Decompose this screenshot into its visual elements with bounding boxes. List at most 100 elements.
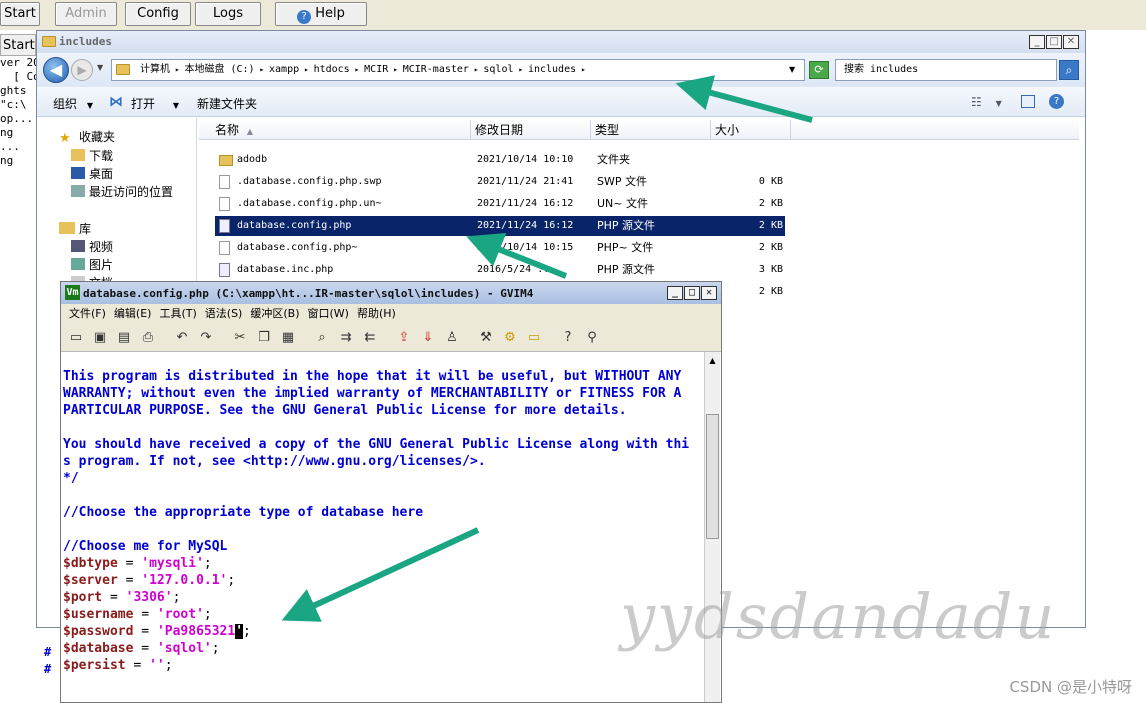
logs-button[interactable]: Logs bbox=[195, 2, 261, 26]
save-session-icon[interactable]: ⇓ bbox=[419, 329, 437, 347]
start-button[interactable]: Start bbox=[0, 2, 40, 26]
redo-icon[interactable]: ↷ bbox=[197, 329, 215, 347]
cut-icon[interactable]: ✂ bbox=[231, 329, 249, 347]
gvim-menu-item[interactable]: 帮助(H) bbox=[357, 307, 396, 320]
forward-arrow-icon[interactable]: ▶ bbox=[71, 59, 93, 81]
open-icon[interactable]: ▭ bbox=[67, 329, 85, 347]
semicolon: ; bbox=[203, 556, 212, 571]
column-date[interactable]: 修改日期 bbox=[471, 120, 591, 140]
print-icon[interactable]: ⎙ bbox=[139, 329, 157, 347]
gvim-menu-item[interactable]: 工具(T) bbox=[159, 307, 196, 320]
gvim-menu-item[interactable]: 窗口(W) bbox=[308, 307, 349, 320]
save-all-icon[interactable]: ▤ bbox=[115, 329, 133, 347]
close-icon[interactable]: ✕ bbox=[1063, 35, 1079, 49]
find-prev-icon[interactable]: ⇇ bbox=[361, 329, 379, 347]
open-menu[interactable]: 打开 ▼ bbox=[131, 95, 179, 112]
make-icon[interactable]: ⚒ bbox=[477, 329, 495, 347]
breadcrumb-chevron-icon[interactable]: ▸ bbox=[170, 65, 184, 74]
shell-icon[interactable]: ⚙ bbox=[501, 329, 519, 347]
scroll-up-icon[interactable]: ▲ bbox=[706, 354, 719, 367]
side-start-button[interactable]: Start bbox=[0, 34, 36, 56]
help-icon[interactable]: ? bbox=[1049, 94, 1064, 109]
run-script-icon[interactable]: ♙ bbox=[443, 329, 461, 347]
nav-pictures[interactable]: 图片 bbox=[71, 256, 113, 273]
breadcrumb-chevron-icon[interactable]: ▸ bbox=[299, 65, 313, 74]
find-icon[interactable]: ⌕ bbox=[313, 329, 331, 347]
assign-operator: = bbox=[133, 607, 157, 622]
breadcrumb-segment[interactable]: htdocs bbox=[314, 64, 350, 75]
address-dropdown-icon[interactable]: ▼ bbox=[789, 65, 795, 74]
new-folder-button[interactable]: 新建文件夹 bbox=[197, 95, 257, 112]
breadcrumb-chevron-icon[interactable]: ▸ bbox=[469, 65, 483, 74]
address-bar[interactable]: 计算机 ▸ 本地磁盘 (C:) ▸ xampp ▸ htdocs ▸ MCIR … bbox=[111, 59, 805, 81]
breadcrumb-chevron-icon[interactable]: ▸ bbox=[350, 65, 364, 74]
find-help-icon[interactable]: ⚲ bbox=[583, 329, 601, 347]
breadcrumb-chevron-icon[interactable]: ▸ bbox=[576, 65, 586, 74]
breadcrumb-segment[interactable]: sqlol bbox=[483, 64, 513, 75]
command-bar: 组织 ▼ ⋈ 打开 ▼ 新建文件夹 ☷ ▼ ? bbox=[37, 87, 1085, 117]
file-row[interactable]: database.inc.php 2016/5/24 ... PHP 源文件 3 KB bbox=[215, 260, 785, 280]
config-button[interactable]: Config bbox=[125, 2, 191, 26]
organize-menu[interactable]: 组织 ▼ bbox=[53, 95, 93, 112]
breadcrumb-chevron-icon[interactable]: ▸ bbox=[255, 65, 269, 74]
code-editor[interactable]: This program is distributed in the hope … bbox=[63, 368, 703, 674]
search-input[interactable]: 搜索 includes bbox=[835, 59, 1057, 81]
column-name[interactable]: 名称 ▲ bbox=[199, 120, 471, 140]
view-options-icon[interactable]: ☷ ▼ bbox=[971, 95, 1002, 109]
admin-button[interactable]: Admin bbox=[55, 2, 117, 26]
minimize-icon[interactable]: _ bbox=[667, 286, 683, 300]
close-icon[interactable]: ✕ bbox=[701, 286, 717, 300]
nav-libraries[interactable]: 库 bbox=[59, 220, 91, 237]
help-icon[interactable]: ? bbox=[559, 329, 577, 347]
file-date: 2021/10/14 10:15 bbox=[477, 242, 574, 253]
breadcrumb-segment[interactable]: xampp bbox=[269, 64, 299, 75]
file-row[interactable]: adodb 2021/10/14 10:10 文件夹 bbox=[215, 150, 785, 170]
file-row[interactable]: database.config.php 2021/11/24 16:12 PHP 源… bbox=[215, 216, 785, 236]
breadcrumb-chevron-icon[interactable]: ▸ bbox=[388, 65, 402, 74]
column-type[interactable]: 类型 bbox=[591, 120, 711, 140]
gvim-menu-item[interactable]: 文件(F) bbox=[69, 307, 106, 320]
undo-icon[interactable]: ↶ bbox=[173, 329, 191, 347]
file-row[interactable]: .database.config.php.swp 2021/11/24 21:41… bbox=[215, 172, 785, 192]
column-size[interactable]: 大小 bbox=[711, 120, 791, 140]
back-arrow-icon[interactable]: ◀ bbox=[43, 57, 69, 83]
help-button[interactable]: ? Help bbox=[275, 2, 367, 26]
gvim-menu-item[interactable]: 语法(S) bbox=[205, 307, 243, 320]
save-icon[interactable]: ▣ bbox=[91, 329, 109, 347]
load-session-icon[interactable]: ⇪ bbox=[395, 329, 413, 347]
breadcrumb-segment[interactable]: includes bbox=[528, 64, 576, 75]
breadcrumb-segment[interactable]: 计算机 bbox=[140, 64, 170, 75]
file-name: database.config.php bbox=[237, 220, 352, 231]
breadcrumb-chevron-icon[interactable]: ▸ bbox=[514, 65, 528, 74]
file-size: 0 KB bbox=[758, 176, 783, 187]
address-row: ◀ ▶ ▼ 计算机 ▸ 本地磁盘 (C:) ▸ xampp ▸ htdocs ▸… bbox=[37, 53, 1085, 87]
refresh-icon[interactable]: ⟳ bbox=[809, 61, 829, 79]
breadcrumb-segment[interactable]: 本地磁盘 (C:) bbox=[184, 64, 254, 75]
find-next-icon[interactable]: ⇉ bbox=[337, 329, 355, 347]
nav-recent[interactable]: 最近访问的位置 bbox=[71, 183, 173, 200]
nav-desktop[interactable]: 桌面 bbox=[71, 165, 113, 182]
search-icon[interactable]: ⌕ bbox=[1059, 60, 1079, 80]
maximize-icon[interactable]: □ bbox=[684, 286, 700, 300]
maximize-icon[interactable]: □ bbox=[1046, 35, 1062, 49]
gvim-menu-item[interactable]: 编辑(E) bbox=[114, 307, 152, 320]
variable-name: $dbtype bbox=[63, 556, 118, 571]
nav-videos[interactable]: 视频 bbox=[71, 238, 113, 255]
paste-icon[interactable]: ▦ bbox=[279, 329, 297, 347]
nav-libraries-label: 库 bbox=[79, 222, 92, 236]
file-row[interactable]: database.config.php~ 2021/10/14 10:15 PHP~… bbox=[215, 238, 785, 258]
minimize-icon[interactable]: _ bbox=[1029, 35, 1045, 49]
scrollbar-thumb[interactable] bbox=[706, 414, 719, 539]
sort-icon: ▲ bbox=[246, 127, 253, 136]
file-row[interactable]: .database.config.php.un~ 2021/11/24 16:12… bbox=[215, 194, 785, 214]
breadcrumb-segment[interactable]: MCIR bbox=[364, 64, 388, 75]
preview-pane-icon[interactable] bbox=[1021, 95, 1035, 108]
gvim-menu-item[interactable]: 缓冲区(B) bbox=[250, 307, 299, 320]
console-output: ver 20 [ Co ghts "c:\ op... ng... ng bbox=[0, 56, 40, 596]
breadcrumb-segment[interactable]: MCIR-master bbox=[403, 64, 469, 75]
nav-downloads[interactable]: 下载 bbox=[71, 147, 113, 164]
tag-jump-icon[interactable]: ▭ bbox=[525, 329, 543, 347]
history-dropdown-icon[interactable]: ▼ bbox=[97, 63, 103, 72]
copy-icon[interactable]: ❐ bbox=[255, 329, 273, 347]
nav-favorites[interactable]: ★ 收藏夹 bbox=[59, 128, 115, 146]
